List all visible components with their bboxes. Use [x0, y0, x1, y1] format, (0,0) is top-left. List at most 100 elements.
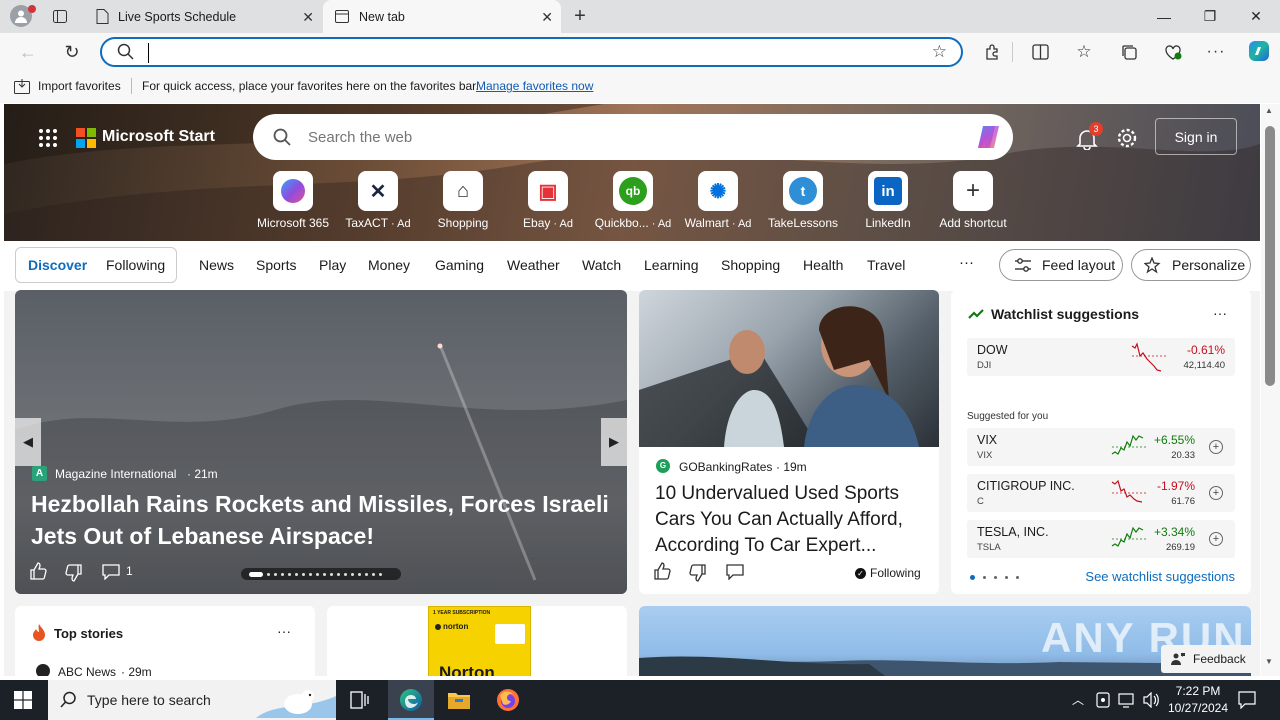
taskbar-edge-button[interactable] [388, 680, 434, 720]
taskbar-search-box[interactable]: Type here to search [48, 680, 336, 720]
restore-button[interactable]: ❐ [1187, 0, 1233, 33]
story-title[interactable]: 10 Undervalued Used Sports Cars You Can … [655, 481, 930, 559]
feed-layout-button[interactable]: Feed layout [999, 249, 1123, 281]
carousel-dot[interactable] [330, 573, 333, 576]
extensions-icon[interactable] [980, 41, 1004, 63]
carousel-dot[interactable] [358, 573, 361, 576]
shortcut-5[interactable]: qb Quickbo... · Ad [590, 171, 676, 230]
close-window-button[interactable]: ✕ [1233, 0, 1279, 33]
brand-name[interactable]: Microsoft Start [102, 128, 215, 146]
feedback-button[interactable]: Feedback [1161, 645, 1251, 673]
scrollbar-thumb[interactable] [1265, 126, 1275, 386]
nav-sports[interactable]: Sports [256, 257, 296, 273]
shortcut-4[interactable]: ▣ Ebay · Ad [505, 171, 591, 230]
carousel-dot[interactable] [337, 573, 340, 576]
ad-card-norton[interactable]: 1 YEAR SUBSCRIPTION norton Norton [327, 606, 627, 676]
nav-gaming[interactable]: Gaming [435, 257, 484, 273]
favorites-icon[interactable]: ☆ [1072, 41, 1096, 63]
story-source[interactable]: GOBankingRates [679, 460, 772, 474]
carousel-dot[interactable] [302, 573, 305, 576]
nav-learning[interactable]: Learning [644, 257, 699, 273]
stock-row-main[interactable]: DOW DJI -0.61% 42,114.40 [967, 338, 1235, 376]
tab-new-tab[interactable]: New tab ✕ [323, 0, 561, 33]
carousel-dot[interactable] [365, 573, 368, 576]
close-tab-icon[interactable]: ✕ [541, 9, 553, 26]
split-screen-icon[interactable] [1028, 41, 1052, 63]
carousel-dot[interactable] [344, 573, 347, 576]
watchlist-more-icon[interactable]: ··· [1213, 305, 1227, 321]
dislike-icon[interactable] [65, 564, 83, 582]
network-icon[interactable] [1118, 692, 1136, 708]
scroll-up-arrow-icon[interactable]: ▲ [1265, 106, 1273, 115]
following-label[interactable]: Following [870, 566, 921, 580]
pager-dot[interactable] [1005, 576, 1008, 579]
carousel-dot[interactable] [274, 573, 277, 576]
story-source[interactable]: Magazine International [55, 467, 176, 481]
nav-play[interactable]: Play [319, 257, 346, 273]
notification-center-icon[interactable] [1238, 691, 1256, 709]
nav-watch[interactable]: Watch [582, 257, 621, 273]
volume-icon[interactable] [1142, 692, 1160, 708]
stock-row[interactable]: VIX VIX +6.55% 20.33 + [967, 428, 1235, 466]
favorite-star-icon[interactable]: ☆ [932, 42, 947, 62]
stock-row[interactable]: CITIGROUP INC. C -1.97% 61.76 + [967, 474, 1235, 512]
minimize-button[interactable]: — [1141, 0, 1187, 33]
add-to-watchlist-icon[interactable]: + [1209, 486, 1223, 500]
stock-row[interactable]: TESLA, INC. TSLA +3.34% 269.19 + [967, 520, 1235, 558]
sign-in-button[interactable]: Sign in [1155, 118, 1237, 155]
firefox-icon[interactable] [496, 688, 520, 712]
carousel-dot[interactable] [351, 573, 354, 576]
dislike-icon[interactable] [689, 564, 707, 582]
carousel-dot[interactable] [288, 573, 291, 576]
pager-dot[interactable] [983, 576, 986, 579]
hero-story-title[interactable]: Hezbollah Rains Rockets and Missiles, Fo… [31, 488, 616, 552]
tab-following[interactable]: Following [106, 257, 165, 273]
apps-launcher-icon[interactable] [38, 128, 58, 148]
story-source[interactable]: ABC News [58, 665, 116, 676]
shortcut-8[interactable]: in LinkedIn [845, 171, 931, 230]
pager-dot[interactable] [994, 576, 997, 579]
carousel-dot[interactable] [323, 573, 326, 576]
manage-favorites-link[interactable]: Manage favorites now [476, 79, 593, 93]
copilot-icon[interactable] [1246, 38, 1272, 64]
refresh-icon[interactable]: ↻ [60, 41, 84, 63]
hero-story-card[interactable]: ◀ ▶ A Magazine International · 21m Hezbo… [15, 290, 627, 594]
like-icon[interactable] [653, 562, 671, 580]
browser-essentials-icon[interactable] [1161, 41, 1185, 63]
tab-live-sports[interactable]: Live Sports Schedule ✕ [84, 0, 322, 33]
shortcut-6[interactable]: ✺ Walmart · Ad [675, 171, 761, 230]
nav-weather[interactable]: Weather [507, 257, 560, 273]
carousel-dot[interactable] [379, 573, 382, 576]
carousel-dot[interactable] [372, 573, 375, 576]
collections-icon[interactable] [1117, 41, 1141, 63]
import-favorites-button[interactable]: Import favorites [38, 79, 121, 93]
personalize-button[interactable]: Personalize [1131, 249, 1251, 281]
see-watchlist-link[interactable]: See watchlist suggestions [1085, 569, 1235, 584]
scroll-down-arrow-icon[interactable]: ▼ [1265, 657, 1273, 666]
shortcut-1[interactable]: Microsoft 365 [250, 171, 336, 230]
carousel-dot[interactable] [281, 573, 284, 576]
nav-news[interactable]: News [199, 257, 234, 273]
nav-travel[interactable]: Travel [867, 257, 905, 273]
nav-shopping[interactable]: Shopping [721, 257, 780, 273]
tray-device-icon[interactable] [1096, 692, 1110, 708]
nav-more-icon[interactable]: ··· [959, 254, 974, 271]
settings-gear-icon[interactable] [1116, 127, 1138, 149]
address-bar[interactable]: ☆ [100, 37, 963, 67]
web-search-box[interactable] [253, 114, 1013, 160]
story-card-cars[interactable]: G GOBankingRates · 19m 10 Undervalued Us… [639, 290, 939, 594]
task-view-icon[interactable] [350, 691, 370, 709]
clock-time[interactable]: 7:22 PM [1170, 684, 1226, 698]
file-explorer-icon[interactable] [447, 689, 471, 711]
story-card-landscape[interactable]: ANY RUN Feedback [639, 606, 1251, 676]
carousel-prev-button[interactable]: ◀ [15, 418, 41, 466]
nav-money[interactable]: Money [368, 257, 410, 273]
settings-more-icon[interactable]: ··· [1204, 41, 1228, 63]
windows-start-icon[interactable] [14, 691, 32, 709]
page-scrollbar[interactable]: ▲ ▼ [1261, 104, 1280, 676]
back-arrow-icon[interactable]: ← [16, 41, 40, 63]
comment-icon[interactable] [102, 564, 120, 580]
carousel-dot[interactable] [316, 573, 319, 576]
shortcut-7[interactable]: t TakeLessons [760, 171, 846, 230]
carousel-next-button[interactable]: ▶ [601, 418, 627, 466]
